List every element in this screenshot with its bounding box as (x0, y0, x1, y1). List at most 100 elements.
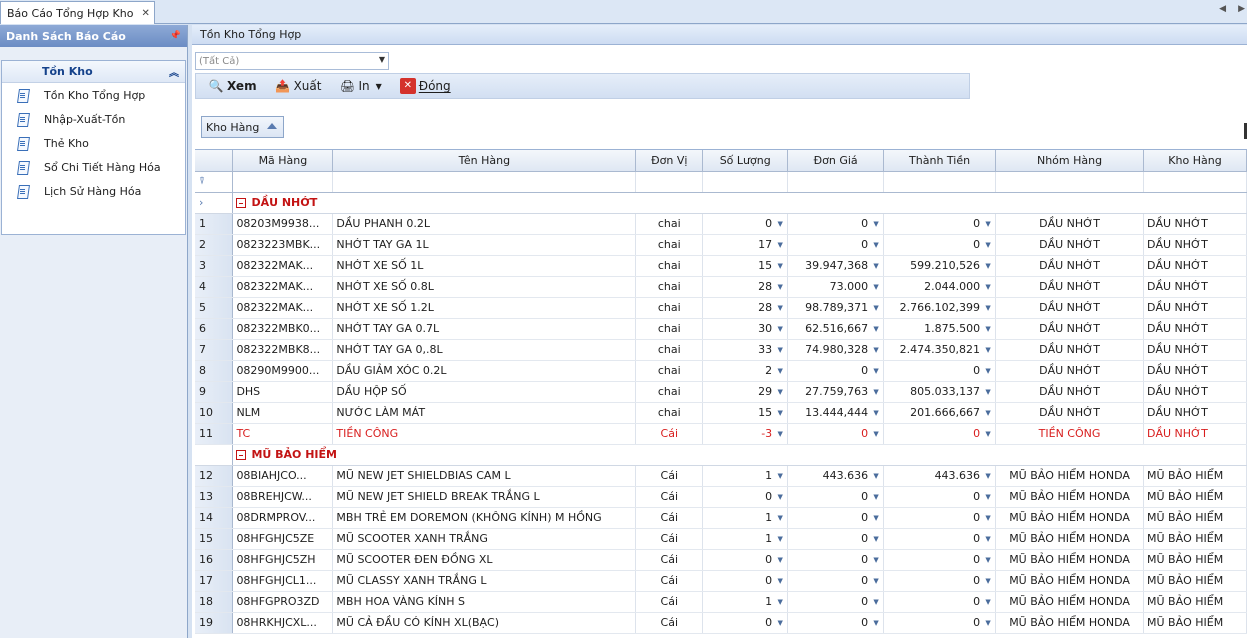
numeric-cell[interactable]: 2 ▼ (702, 360, 789, 382)
numeric-cell[interactable]: 28 ▼ (702, 276, 789, 298)
dropdown-arrow-icon[interactable]: ▼ (776, 325, 784, 333)
numeric-cell[interactable]: 805.033,137 ▼ (883, 381, 997, 403)
column-header[interactable]: Đơn Giá (787, 150, 885, 172)
dropdown-arrow-icon[interactable]: ▼ (872, 346, 880, 354)
numeric-cell[interactable]: 73.000 ▼ (787, 276, 885, 298)
numeric-cell[interactable]: 0 ▼ (787, 486, 885, 508)
numeric-cell[interactable]: 0 ▼ (787, 507, 885, 529)
dropdown-arrow-icon[interactable]: ▼ (872, 577, 880, 585)
item-store[interactable]: MŨ BẢO HIỂM (1143, 465, 1247, 487)
item-name[interactable]: MBH TRẺ EM DOREMON (KHÔNG KÍNH) M HỒNG (332, 507, 637, 529)
item-unit[interactable]: chai (635, 360, 704, 382)
numeric-cell[interactable]: 29 ▼ (702, 381, 789, 403)
dropdown-arrow-icon[interactable]: ▼ (776, 619, 784, 627)
item-group[interactable]: MŨ BẢO HIỂM HONDA (995, 570, 1144, 592)
dropdown-arrow-icon[interactable]: ▼ (872, 367, 880, 375)
numeric-cell[interactable]: 39.947,368 ▼ (787, 255, 885, 277)
item-code[interactable]: 08DRMPROV... (232, 507, 334, 529)
item-unit[interactable]: chai (635, 318, 704, 340)
item-store[interactable]: MŨ BẢO HIỂM (1143, 528, 1247, 550)
dropdown-arrow-icon[interactable]: ▼ (984, 619, 992, 627)
dropdown-arrow-icon[interactable]: ▼ (776, 556, 784, 564)
item-name[interactable]: NHỚT TAY GA 0,.8L (332, 339, 637, 361)
table-row[interactable]: 4 082322MAK... NHỚT XE SỐ 0.8L chai 28 ▼ 73.00… (195, 276, 1247, 298)
table-row[interactable]: 3 082322MAK... NHỚT XE SỐ 1L chai 15 ▼ 39.947,… (195, 255, 1247, 277)
row-number[interactable]: 2 (195, 234, 234, 256)
dropdown-arrow-icon[interactable]: ▼ (984, 262, 992, 270)
numeric-cell[interactable]: 0 ▼ (883, 213, 997, 235)
numeric-cell[interactable]: 0 ▼ (702, 549, 789, 571)
table-row[interactable]: 8 08290M9900... DẦU GIẢM XÓC 0.2L chai 2 ▼ 0 ▼ 0… (195, 360, 1247, 382)
item-group[interactable]: DẦU NHỚT (995, 255, 1144, 277)
filter-icon[interactable]: ⍒ (195, 171, 234, 193)
numeric-cell[interactable]: 0 ▼ (787, 549, 885, 571)
view-button[interactable]: 🔍 Xem (202, 75, 263, 97)
numeric-cell[interactable]: 0 ▼ (787, 591, 885, 613)
dropdown-arrow-icon[interactable]: ▼ (984, 409, 992, 417)
numeric-cell[interactable]: 0 ▼ (787, 612, 885, 634)
dropdown-arrow-icon[interactable]: ▼ (776, 283, 784, 291)
dropdown-arrow-icon[interactable]: ▼ (984, 598, 992, 606)
group-cell[interactable]: DẦU NHỚT (232, 192, 1247, 214)
numeric-cell[interactable]: 599.210,526 ▼ (883, 255, 997, 277)
item-group[interactable]: DẦU NHỚT (995, 339, 1144, 361)
numeric-cell[interactable]: 28 ▼ (702, 297, 789, 319)
numeric-cell[interactable]: 0 ▼ (787, 213, 885, 235)
dropdown-arrow-icon[interactable]: ▼ (776, 304, 784, 312)
dropdown-arrow-icon[interactable]: ▼ (984, 283, 992, 291)
item-unit[interactable]: Cái (635, 549, 704, 571)
item-group[interactable]: DẦU NHỚT (995, 234, 1144, 256)
dropdown-arrow-icon[interactable]: ▼ (984, 220, 992, 228)
item-store[interactable]: DẦU NHỚT (1143, 339, 1247, 361)
pin-icon[interactable]: 📌 (170, 31, 181, 41)
column-header[interactable]: Số Lượng (702, 150, 789, 172)
item-unit[interactable]: Cái (635, 570, 704, 592)
item-name[interactable]: NHỚT XE SỐ 0.8L (332, 276, 637, 298)
numeric-cell[interactable]: 0 ▼ (883, 612, 997, 634)
dropdown-arrow-icon[interactable]: ▼ (776, 514, 784, 522)
filter-cell[interactable] (883, 171, 997, 193)
report-group-header[interactable]: Tồn Kho ︽ (2, 61, 185, 83)
dropdown-arrow-icon[interactable]: ▼ (872, 598, 880, 606)
close-button[interactable]: ✕ Đóng (394, 75, 457, 97)
numeric-cell[interactable]: 0 ▼ (883, 360, 997, 382)
numeric-cell[interactable]: 0 ▼ (787, 570, 885, 592)
filter-cell[interactable] (232, 171, 334, 193)
numeric-cell[interactable]: 33 ▼ (702, 339, 789, 361)
report-nav-item[interactable]: Tồn Kho Tổng Hợp (2, 83, 185, 107)
table-row[interactable]: 6 082322MBK0... NHỚT TAY GA 0.7L chai 30 ▼ 62.… (195, 318, 1247, 340)
numeric-cell[interactable]: 0 ▼ (883, 234, 997, 256)
item-group[interactable]: MŨ BẢO HIỂM HONDA (995, 507, 1144, 529)
row-number[interactable]: 12 (195, 465, 234, 487)
column-header[interactable]: Thành Tiền (883, 150, 997, 172)
item-group[interactable]: DẦU NHỚT (995, 276, 1144, 298)
numeric-cell[interactable]: 443.636 ▼ (787, 465, 885, 487)
tab-bao-cao-tong-hop-kho[interactable]: Báo Cáo Tổng Hợp Kho ✕ (0, 1, 155, 24)
item-code[interactable]: 082322MAK... (232, 255, 334, 277)
table-row[interactable]: 11 TC TIỀN CÔNG Cái -3 ▼ 0 ▼ 0 ▼ TIỀN CÔNG DẦU NHỚT (195, 423, 1247, 445)
scroll-right-icon[interactable]: ▶ (1238, 4, 1245, 14)
dropdown-arrow-icon[interactable]: ▼ (872, 556, 880, 564)
item-code[interactable]: 08HFGHJC5ZH (232, 549, 334, 571)
dropdown-arrow-icon[interactable]: ▼ (984, 493, 992, 501)
numeric-cell[interactable]: 17 ▼ (702, 234, 789, 256)
table-row[interactable]: 12 08BIAHJCO... MŨ NEW JET SHIELDBIAS CAM … (195, 465, 1247, 487)
item-unit[interactable]: Cái (635, 465, 704, 487)
item-code[interactable]: 082322MAK... (232, 276, 334, 298)
dropdown-arrow-icon[interactable]: ▼ (776, 535, 784, 543)
row-number[interactable]: 17 (195, 570, 234, 592)
numeric-cell[interactable]: 0 ▼ (883, 570, 997, 592)
filter-cell[interactable] (635, 171, 704, 193)
dropdown-arrow-icon[interactable]: ▼ (984, 388, 992, 396)
dropdown-arrow-icon[interactable]: ▼ (984, 346, 992, 354)
item-code[interactable]: 08203M9938... (232, 213, 334, 235)
numeric-cell[interactable]: 27.759,763 ▼ (787, 381, 885, 403)
row-number[interactable]: 10 (195, 402, 234, 424)
item-code[interactable]: TC (232, 423, 334, 445)
item-group[interactable]: MŨ BẢO HIỂM HONDA (995, 528, 1144, 550)
dropdown-arrow-icon[interactable]: ▼ (872, 241, 880, 249)
close-icon[interactable]: ✕ (141, 8, 149, 19)
dropdown-arrow-icon[interactable]: ▼ (776, 367, 784, 375)
row-number[interactable]: 14 (195, 507, 234, 529)
item-code[interactable]: 08HFGHJCL1... (232, 570, 334, 592)
